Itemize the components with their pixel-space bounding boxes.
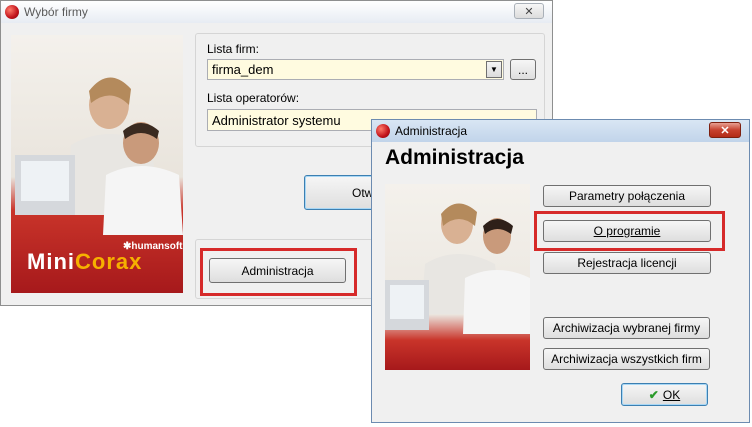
brand-image: ✱humansoft MiniCorax <box>11 35 183 293</box>
admin-image <box>385 184 530 370</box>
license-registration-label: Rejestracja licencji <box>577 256 677 270</box>
archive-selected-label: Archiwizacja wybranej firmy <box>552 321 701 335</box>
brand-logo: MiniCorax <box>27 249 142 275</box>
company-select-value: firma_dem <box>212 62 274 77</box>
admin-titlebar: Administracja ✕ <box>372 120 749 142</box>
admin-heading: Administracja <box>385 146 524 169</box>
brand-name-mini: Mini <box>27 249 75 274</box>
checkmark-icon: ✔ <box>648 387 659 402</box>
browse-companies-button[interactable]: ... <box>510 59 536 80</box>
operators-label: Lista operatorów: <box>207 91 300 105</box>
admin-button-highlight <box>200 248 357 296</box>
archive-all-button[interactable]: Archiwizacja wszystkich firm <box>543 348 710 370</box>
close-icon[interactable]: ✕ <box>709 122 741 138</box>
admin-dialog: Administracja ✕ Administracja Parametry … <box>371 119 750 423</box>
close-icon[interactable]: ✕ <box>514 3 544 19</box>
main-titlebar: Wybór firmy ✕ <box>1 1 552 23</box>
admin-app-icon <box>376 124 390 138</box>
app-icon <box>5 5 19 19</box>
archive-all-label: Archiwizacja wszystkich firm <box>551 352 702 366</box>
archive-selected-button[interactable]: Archiwizacja wybranej firmy <box>543 317 710 339</box>
ok-label: OK <box>662 387 681 402</box>
license-registration-button[interactable]: Rejestracja licencji <box>543 252 711 274</box>
chevron-down-icon[interactable]: ▼ <box>486 61 502 78</box>
company-select[interactable]: firma_dem ▼ <box>207 59 504 80</box>
connection-params-label: Parametry połączenia <box>568 189 686 203</box>
operator-select-value: Administrator systemu <box>212 112 341 128</box>
about-program-highlight <box>534 211 725 251</box>
main-window-title: Wybór firmy <box>24 5 88 19</box>
connection-params-button[interactable]: Parametry połączenia <box>543 185 711 207</box>
companies-label: Lista firm: <box>207 42 260 56</box>
brand-name-corax: Corax <box>75 249 143 274</box>
admin-dialog-title: Administracja <box>395 124 468 138</box>
ok-button[interactable]: ✔ OK <box>621 383 708 406</box>
admin-people-illustration <box>385 203 530 334</box>
